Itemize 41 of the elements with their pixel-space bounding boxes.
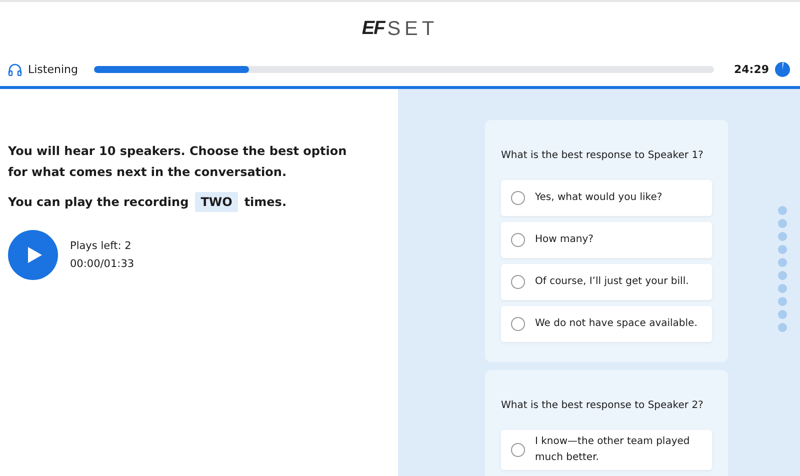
time-remaining: 24:29 <box>734 62 769 76</box>
answer-option[interactable]: How many? <box>501 222 712 258</box>
question-text: What is the best response to Speaker 1? <box>501 150 704 161</box>
play-button[interactable] <box>8 230 58 280</box>
question-nav-dot[interactable] <box>778 271 787 280</box>
question-nav-dot[interactable] <box>778 297 787 306</box>
question-nav-dot[interactable] <box>778 323 787 332</box>
audio-time: 00:00/01:33 <box>70 257 134 272</box>
play-icon <box>27 246 43 264</box>
radio-button[interactable] <box>511 191 525 205</box>
radio-button[interactable] <box>511 317 525 331</box>
section-label: Listening <box>28 62 78 76</box>
radio-button[interactable] <box>511 443 525 457</box>
radio-button[interactable] <box>511 233 525 247</box>
question-nav-dot[interactable] <box>778 258 787 267</box>
option-label: We do not have space available. <box>535 317 698 331</box>
instruction-text: You will hear 10 speakers. Choose the best option for what comes next in the conversation. <box>8 143 348 181</box>
question-nav-dot[interactable] <box>778 310 787 319</box>
option-label: Yes, what would you like? <box>535 191 662 205</box>
instruction-text: times. <box>244 195 287 209</box>
logo-wordmark: SET <box>387 18 438 40</box>
question-text: What is the best response to Speaker 2? <box>501 400 704 411</box>
option-label: Of course, I’ll just get your bill. <box>535 275 689 289</box>
question-nav-dot[interactable] <box>778 245 787 254</box>
answer-option[interactable]: Yes, what would you like? <box>501 180 712 216</box>
option-label: I know—the other team played much better. <box>535 435 691 465</box>
option-label: How many? <box>535 233 594 247</box>
logo-mark: EF <box>362 18 384 40</box>
answer-option[interactable]: I know—the other team played much better. <box>501 430 712 470</box>
question-nav-dot[interactable] <box>778 284 787 293</box>
plays-left-text: Plays left: 2 <box>70 239 132 254</box>
question-nav-dot[interactable] <box>778 206 787 215</box>
radio-button[interactable] <box>511 275 525 289</box>
headphones-icon <box>8 62 22 76</box>
timer-icon <box>775 62 790 76</box>
play-count-highlight: TWO <box>194 192 238 212</box>
question-nav-dot[interactable] <box>778 219 787 228</box>
answer-option[interactable]: We do not have space available. <box>501 306 712 342</box>
question-nav-dot[interactable] <box>778 232 787 241</box>
instruction-text: You can play the recording <box>8 195 189 209</box>
answer-option[interactable]: Of course, I’ll just get your bill. <box>501 264 712 300</box>
